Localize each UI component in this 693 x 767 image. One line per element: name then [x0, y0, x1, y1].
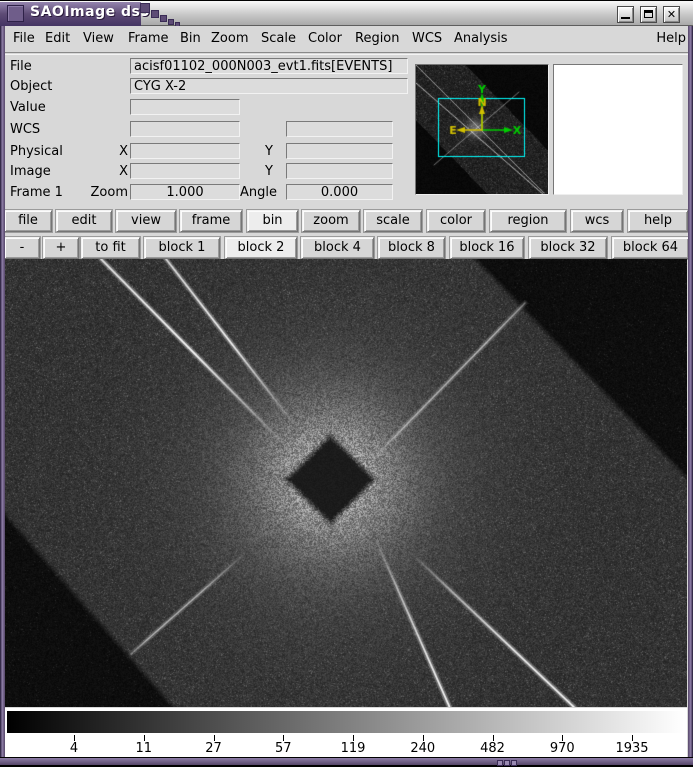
value-label: Value — [10, 100, 46, 115]
physical-y-label: Y — [249, 144, 273, 159]
file-label: File — [10, 59, 32, 74]
bin-button-block-64[interactable]: block 64 — [612, 237, 689, 259]
colorbar-tick-label: 240 — [401, 741, 445, 756]
colorbar-tick-label: 1935 — [610, 741, 654, 756]
close-icon: ✕ — [667, 8, 676, 21]
titlebar-step-decoration — [168, 19, 174, 25]
zoom-field[interactable]: 1.000 — [130, 184, 240, 200]
colorbar-gradient[interactable] — [7, 711, 684, 733]
maximize-icon — [644, 10, 653, 18]
bin-button-block-8[interactable]: block 8 — [378, 237, 445, 259]
minimize-button[interactable] — [617, 6, 634, 23]
colorbar-tick-label: 27 — [192, 741, 236, 756]
app-icon — [7, 5, 24, 22]
menu-frame[interactable]: Frame — [128, 26, 169, 52]
colorbar-tick-label: 11 — [122, 741, 166, 756]
angle-field[interactable]: 0.000 — [286, 184, 393, 200]
toolbar-button-bin[interactable]: bin — [247, 210, 298, 232]
magnifier — [553, 64, 683, 195]
panner-canvas[interactable] — [416, 65, 548, 194]
window-title: SAOImage ds9 — [30, 4, 151, 20]
window-border-bottom — [0, 757, 693, 767]
colorbar-tick-label: 119 — [331, 741, 375, 756]
window-border-right — [688, 26, 693, 767]
toolbar-button-edit[interactable]: edit — [56, 210, 112, 232]
titlebar-step-decoration — [160, 15, 167, 22]
menu-edit[interactable]: Edit — [45, 26, 70, 52]
toolbar-button-scale[interactable]: scale — [364, 210, 422, 232]
toolbar-button-zoom[interactable]: zoom — [302, 210, 360, 232]
angle-label: Angle — [233, 185, 277, 200]
menubar: File Edit View Frame Bin Zoom Scale Color Region… — [0, 26, 693, 52]
toolbar-button-frame[interactable]: frame — [180, 210, 242, 232]
toolbar-button-help[interactable]: help — [628, 210, 688, 232]
physical-x-label: X — [104, 144, 128, 159]
resize-grip — [511, 760, 517, 766]
main-image-canvas[interactable] — [5, 259, 687, 707]
menubar-separator — [0, 52, 693, 55]
panner[interactable] — [415, 64, 549, 195]
wcs-alpha-field[interactable] — [130, 121, 240, 137]
wcs-label: WCS — [10, 122, 40, 137]
menu-wcs[interactable]: WCS — [412, 26, 442, 52]
object-label: Object — [10, 79, 52, 94]
image-x-field[interactable] — [130, 163, 240, 179]
toolbar-button-wcs[interactable]: wcs — [571, 210, 623, 232]
bin-button-block-2[interactable]: block 2 — [225, 237, 297, 259]
titlebar-step-decoration — [140, 3, 150, 13]
minimize-icon — [621, 17, 630, 19]
physical-x-field[interactable] — [130, 143, 240, 159]
colorbar-tick-label: 482 — [471, 741, 515, 756]
image-label: Image — [10, 164, 51, 179]
colorbar-tick-label: 57 — [261, 741, 305, 756]
titlebar-step-decoration — [151, 10, 159, 18]
bin-button-block-32[interactable]: block 32 — [529, 237, 607, 259]
frame-label: Frame 1 — [10, 185, 63, 200]
bin-button-block-4[interactable]: block 4 — [301, 237, 374, 259]
menu-scale[interactable]: Scale — [261, 26, 296, 52]
menu-zoom[interactable]: Zoom — [211, 26, 248, 52]
toolbar-button-view[interactable]: view — [116, 210, 176, 232]
toolbar-button-color[interactable]: color — [427, 210, 485, 232]
file-field[interactable]: acisf01102_000N003_evt1.fits[EVENTS] — [130, 58, 408, 74]
resize-grip — [497, 760, 503, 766]
maximize-button[interactable] — [640, 6, 657, 23]
image-y-field[interactable] — [286, 163, 393, 179]
value-field[interactable] — [130, 99, 240, 115]
physical-y-field[interactable] — [286, 143, 393, 159]
bin-button-to-fit[interactable]: to fit — [81, 237, 140, 259]
bin-button-+[interactable]: + — [43, 237, 79, 259]
menu-region[interactable]: Region — [355, 26, 400, 52]
colorbar[interactable]: 4 11 27 57 119 240 482 970 1935 — [5, 708, 687, 757]
colorbar-tick-label: 4 — [52, 741, 96, 756]
image-x-label: X — [104, 164, 128, 179]
menu-bin[interactable]: Bin — [180, 26, 201, 52]
wcs-delta-field[interactable] — [286, 121, 393, 137]
object-field[interactable]: CYG X-2 — [130, 78, 408, 94]
menu-analysis[interactable]: Analysis — [454, 26, 508, 52]
bin-button--[interactable]: - — [4, 237, 40, 259]
physical-label: Physical — [10, 144, 63, 159]
ds9-window: SAOImage ds9 ✕ FileEditViewFrameBinZoomS… — [0, 0, 693, 767]
bin-button-block-16[interactable]: block 16 — [450, 237, 524, 259]
colorbar-tick-label: 970 — [540, 741, 584, 756]
window-border-left — [0, 26, 5, 767]
toolbar-button-file[interactable]: file — [4, 210, 52, 232]
menu-file[interactable]: File — [13, 26, 35, 52]
menu-help[interactable]: Help — [656, 26, 686, 52]
titlebar: SAOImage ds9 ✕ — [0, 0, 693, 26]
resize-grip — [504, 760, 510, 766]
menu-color[interactable]: Color — [308, 26, 342, 52]
toolbar-button-region[interactable]: region — [490, 210, 566, 232]
zoom-label: Zoom — [84, 185, 128, 200]
image-y-label: Y — [249, 164, 273, 179]
menu-view[interactable]: View — [83, 26, 114, 52]
bin-button-block-1[interactable]: block 1 — [144, 237, 220, 259]
close-button[interactable]: ✕ — [663, 6, 680, 23]
